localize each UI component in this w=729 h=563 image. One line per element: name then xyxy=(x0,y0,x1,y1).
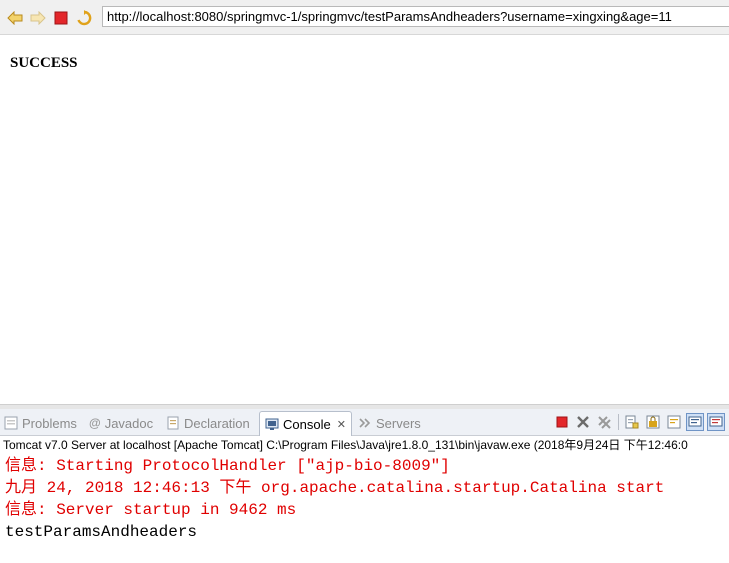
tab-console-label: Console xyxy=(283,416,331,432)
word-wrap-button[interactable] xyxy=(665,413,683,431)
show-stderr-icon xyxy=(709,416,723,427)
javadoc-icon: @ xyxy=(89,416,101,430)
console-line: 信息: Server startup in 9462 ms xyxy=(5,501,297,519)
console-line: 信息: Starting ProtocolHandler ["ajp-bio-8… xyxy=(5,457,450,475)
console-output[interactable]: 信息: Starting ProtocolHandler ["ajp-bio-8… xyxy=(0,455,729,563)
terminate-icon xyxy=(556,416,568,428)
tab-servers-label: Servers xyxy=(376,415,421,431)
clear-console-button[interactable] xyxy=(623,413,641,431)
servers-icon xyxy=(358,416,372,430)
view-tab-bar: Problems @ Javadoc Declaration Console ✕… xyxy=(0,409,729,436)
console-icon xyxy=(265,417,279,431)
tab-servers[interactable]: Servers xyxy=(358,412,421,434)
word-wrap-icon xyxy=(667,415,681,429)
back-arrow-icon xyxy=(7,11,23,25)
show-console-on-stdout-button[interactable] xyxy=(686,413,704,431)
console-process-label: Tomcat v7.0 Server at localhost [Apache … xyxy=(0,436,729,454)
remove-icon xyxy=(577,416,589,428)
show-console-on-stderr-button[interactable] xyxy=(707,413,725,431)
stop-icon xyxy=(54,11,68,25)
console-toolbar xyxy=(553,413,725,431)
remove-all-icon xyxy=(598,416,611,429)
back-button[interactable] xyxy=(6,9,24,27)
console-line: 九月 24, 2018 12:46:13 下午 org.apache.catal… xyxy=(5,479,665,497)
tab-declaration-label: Declaration xyxy=(184,415,250,431)
tab-console-close-icon[interactable]: ✕ xyxy=(337,418,346,431)
page-content: SUCCESS xyxy=(0,35,729,404)
scroll-lock-button[interactable] xyxy=(644,413,662,431)
forward-button[interactable] xyxy=(29,9,47,27)
terminate-button[interactable] xyxy=(553,413,571,431)
tab-javadoc[interactable]: @ Javadoc xyxy=(89,412,153,434)
refresh-button[interactable] xyxy=(75,9,93,27)
page-heading: SUCCESS xyxy=(10,55,78,71)
tab-problems-label: Problems xyxy=(22,415,77,431)
refresh-icon xyxy=(77,10,92,26)
toolbar-separator xyxy=(616,413,620,431)
tab-console[interactable]: Console ✕ xyxy=(259,411,352,436)
scroll-lock-icon xyxy=(646,415,660,429)
declaration-icon xyxy=(166,416,180,430)
url-input[interactable]: http://localhost:8080/springmvc-1/spring… xyxy=(102,6,729,27)
clear-console-icon xyxy=(625,415,639,429)
remove-launch-button[interactable] xyxy=(574,413,592,431)
browser-toolbar: http://localhost:8080/springmvc-1/spring… xyxy=(0,0,729,35)
forward-arrow-icon xyxy=(30,11,46,25)
stop-button[interactable] xyxy=(52,9,70,27)
remove-all-terminated-button[interactable] xyxy=(595,413,613,431)
console-line: testParamsAndheaders xyxy=(5,523,198,541)
tab-problems[interactable]: Problems xyxy=(4,412,77,434)
tab-declaration[interactable]: Declaration xyxy=(166,412,250,434)
tab-javadoc-label: Javadoc xyxy=(104,415,154,431)
problems-icon xyxy=(4,416,18,430)
show-stdout-icon xyxy=(688,416,702,427)
